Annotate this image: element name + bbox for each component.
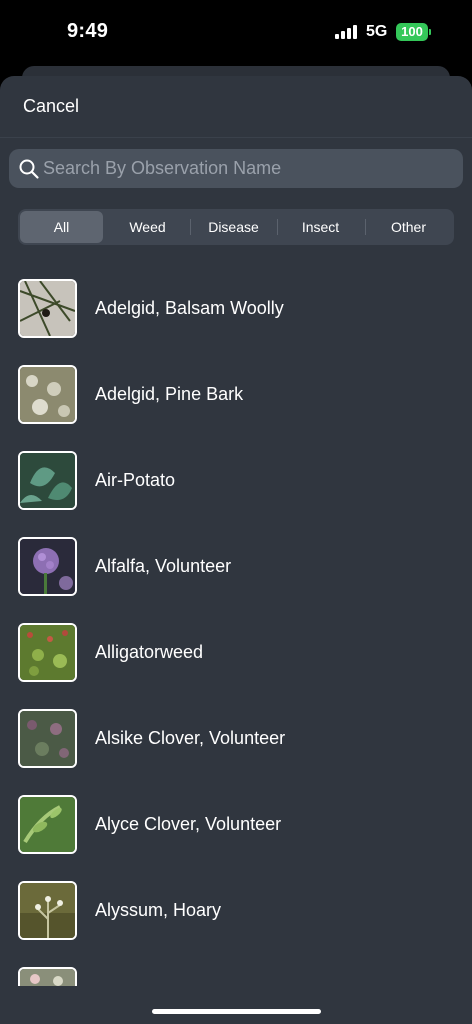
alyce-clover-thumbnail (18, 795, 77, 854)
cellular-signal-icon (335, 25, 357, 39)
filter-segmented-control: All Weed Disease Insect Other (18, 209, 454, 245)
cancel-button[interactable]: Cancel (23, 96, 79, 117)
filter-weed[interactable]: Weed (106, 211, 189, 243)
battery-level: 100 (401, 24, 423, 39)
observation-name: Alfalfa, Volunteer (95, 556, 232, 576)
list-item[interactable]: Adelgid, Balsam Woolly (0, 266, 472, 352)
list-item[interactable]: Alsike Clover, Volunteer (0, 696, 472, 782)
search-bar[interactable] (9, 149, 463, 188)
hoary-alyssum-thumbnail (18, 881, 77, 940)
observation-picker-sheet: Cancel All Weed Disease Insect Other Ade… (0, 76, 472, 1024)
status-time: 9:49 (67, 20, 109, 42)
filter-disease[interactable]: Disease (192, 211, 275, 243)
sheet-header: Cancel (0, 76, 472, 138)
list-item[interactable]: Alyssum, Hoary (0, 868, 472, 954)
list-item[interactable]: Alfalfa, Volunteer (0, 524, 472, 610)
pine-bark-adelgid-thumbnail (18, 365, 77, 424)
segment-divider (277, 219, 278, 235)
battery-icon: 100 (396, 23, 428, 41)
alligatorweed-thumbnail (18, 623, 77, 682)
list-item[interactable]: Adelgid, Pine Bark (0, 352, 472, 438)
list-item[interactable]: Alligatorweed (0, 610, 472, 696)
balsam-woolly-adelgid-thumbnail (18, 279, 77, 338)
network-type: 5G (366, 23, 388, 40)
observation-name: Alyce Clover, Volunteer (95, 814, 282, 834)
air-potato-thumbnail (18, 451, 77, 510)
alsike-clover-thumbnail (18, 709, 77, 768)
observation-name: Air-Potato (95, 470, 176, 490)
alfalfa-thumbnail (18, 537, 77, 596)
status-bar: 9:49 5G 100 (0, 0, 472, 66)
segment-divider (190, 219, 191, 235)
search-icon (19, 159, 39, 179)
observation-name: Alsike Clover, Volunteer (95, 728, 286, 748)
search-input[interactable] (43, 149, 443, 188)
list-item[interactable]: Alyce Clover, Volunteer (0, 782, 472, 868)
battery-tip (429, 29, 431, 35)
filter-insect[interactable]: Insect (279, 211, 362, 243)
observation-name: Adelgid, Balsam Woolly (95, 298, 284, 318)
list-item[interactable]: Air-Potato (0, 438, 472, 524)
observation-name: Alyssum, Hoary (95, 900, 222, 920)
filter-all[interactable]: All (20, 211, 103, 243)
segment-divider (365, 219, 366, 235)
observation-name: Adelgid, Pine Bark (95, 384, 244, 404)
bottom-safe-area (0, 986, 472, 1024)
observation-name: Alligatorweed (95, 642, 204, 662)
filter-other[interactable]: Other (367, 211, 450, 243)
home-indicator[interactable] (152, 1009, 321, 1014)
